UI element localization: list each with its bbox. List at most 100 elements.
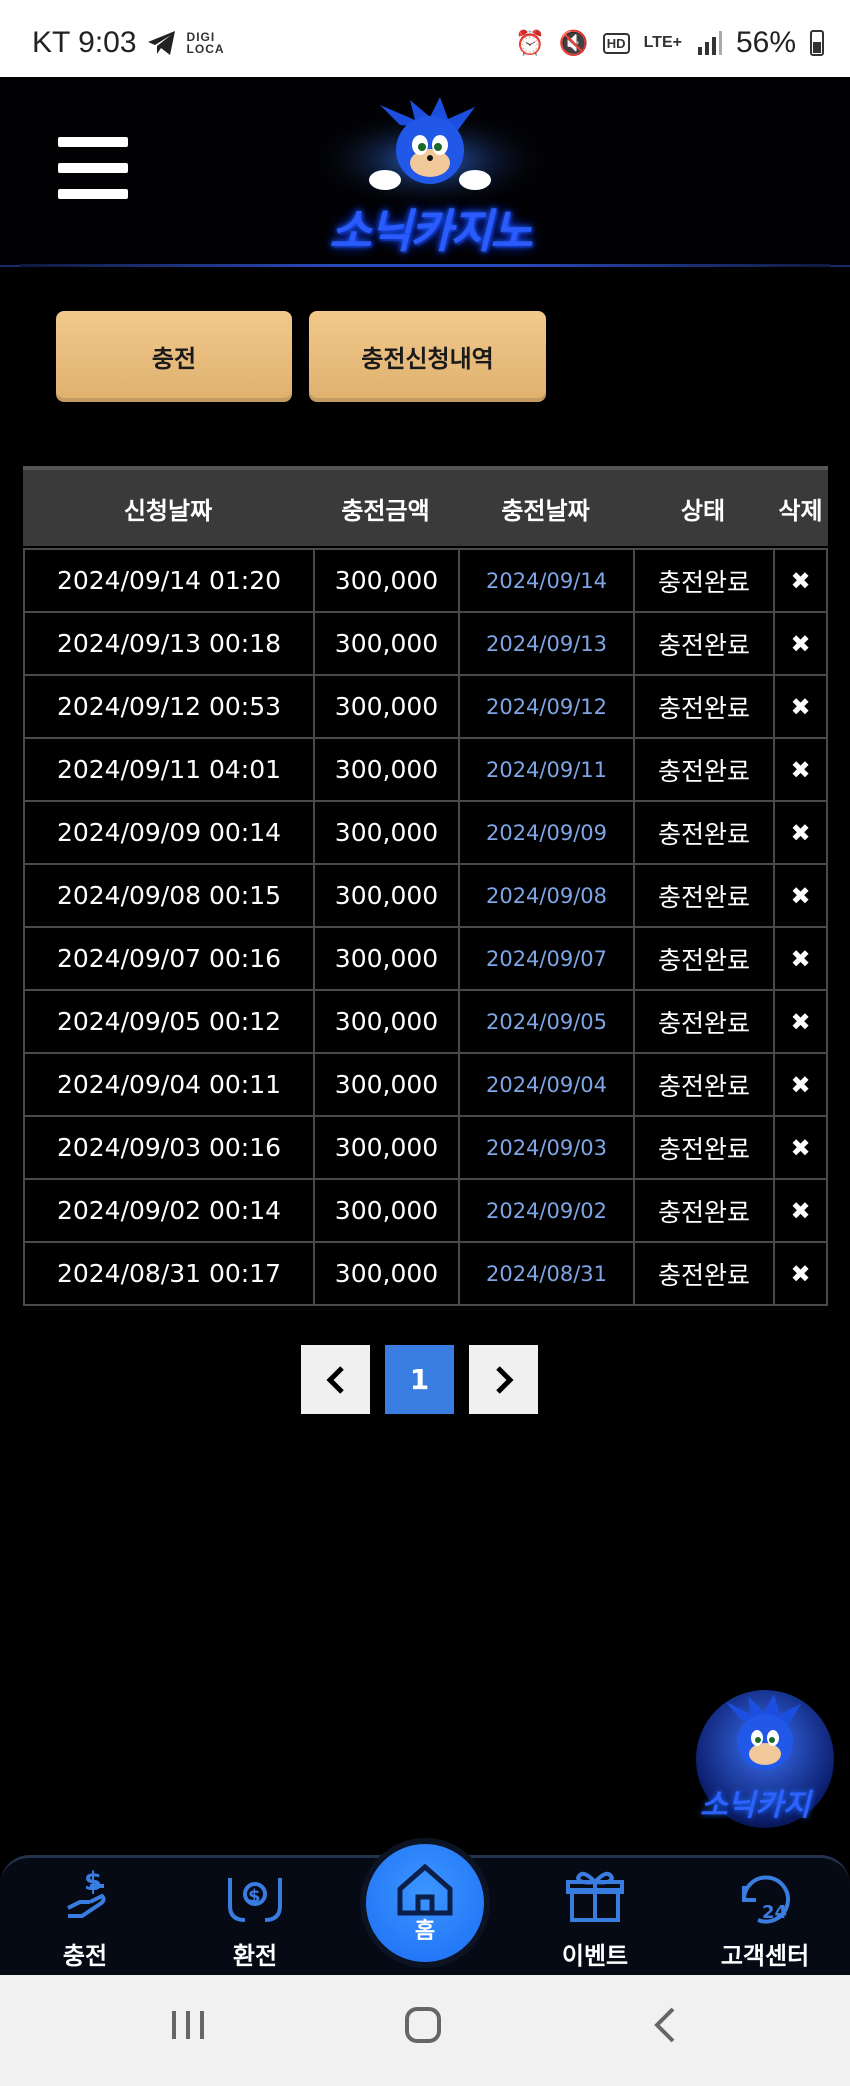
requested-date-cell: 2024/09/11 04:01 (23, 739, 313, 800)
table-row: 2024/09/03 00:16 300,000 2024/09/03 충전완료 ✖ (23, 1117, 828, 1180)
delete-button[interactable]: ✖ (773, 676, 828, 737)
requested-date-cell: 2024/09/08 00:15 (23, 865, 313, 926)
table-row: 2024/09/05 00:12 300,000 2024/09/05 충전완료 ✖ (23, 991, 828, 1054)
back-icon[interactable] (645, 2005, 685, 2045)
next-page-button[interactable] (469, 1345, 538, 1414)
charge-history-table: 신청날짜 충전금액 충전날짜 상태 삭제 2024/09/14 01:20 300… (23, 466, 828, 1306)
nav-charge[interactable]: $ 충전 (20, 1866, 150, 1971)
charged-date-cell: 2024/09/12 (458, 676, 633, 737)
status-cell: 충전완료 (633, 802, 773, 863)
chevron-right-icon (495, 1365, 514, 1394)
charge-icon: $ (67, 1867, 106, 1918)
table-row: 2024/09/07 00:16 300,000 2024/09/07 충전완료 ✖ (23, 928, 828, 991)
amount-cell: 300,000 (313, 1117, 458, 1178)
menu-icon-bar (58, 137, 128, 147)
svg-text:$: $ (84, 1867, 102, 1897)
delete-button[interactable]: ✖ (773, 991, 828, 1052)
menu-icon-bar (58, 163, 128, 173)
status-cell: 충전완료 (633, 928, 773, 989)
charged-date-cell: 2024/09/03 (458, 1117, 633, 1178)
charged-date-cell: 2024/08/31 (458, 1243, 633, 1304)
delete-button[interactable]: ✖ (773, 1054, 828, 1115)
charge-history-button[interactable]: 충전신청내역 (309, 311, 546, 402)
status-cell: 충전완료 (633, 1054, 773, 1115)
delete-button[interactable]: ✖ (773, 865, 828, 926)
status-cell: 충전완료 (633, 1180, 773, 1241)
logo-text: 소닉카지노 (329, 204, 533, 258)
alarm-icon: ⏰ (515, 29, 545, 57)
amount-cell: 300,000 (313, 1054, 458, 1115)
status-cell: 충전완료 (633, 991, 773, 1052)
amount-cell: 300,000 (313, 865, 458, 926)
table-row: 2024/09/13 00:18 300,000 2024/09/13 충전완료 ✖ (23, 613, 828, 676)
status-cell: 충전완료 (633, 550, 773, 611)
delete-button[interactable]: ✖ (773, 1243, 828, 1304)
nav-home[interactable]: 홈 (360, 1838, 490, 1968)
header-requested-date: 신청날짜 (123, 496, 213, 525)
delete-button[interactable]: ✖ (773, 613, 828, 674)
status-right: ⏰ 🔇 HD LTE+ 56% (515, 26, 824, 60)
status-cell: 충전완료 (633, 613, 773, 674)
site-logo[interactable]: 소닉카지노 (290, 95, 570, 258)
nav-charge-label: 충전 (62, 1942, 108, 1970)
charged-date-cell: 2024/09/05 (458, 991, 633, 1052)
requested-date-cell: 2024/09/12 00:53 (23, 676, 313, 737)
delete-button[interactable]: ✖ (773, 550, 828, 611)
site-header: 소닉카지노 (0, 77, 850, 267)
charged-date-cell: 2024/09/02 (458, 1180, 633, 1241)
header-amount: 충전금액 (341, 496, 430, 525)
delete-button[interactable]: ✖ (773, 928, 828, 989)
requested-date-cell: 2024/09/02 00:14 (23, 1180, 313, 1241)
recent-apps-icon[interactable] (168, 2005, 208, 2045)
table-row: 2024/09/04 00:11 300,000 2024/09/04 충전완료 ✖ (23, 1054, 828, 1117)
table-row: 2024/09/11 04:01 300,000 2024/09/11 충전완료 ✖ (23, 739, 828, 802)
status-cell: 충전완료 (633, 865, 773, 926)
charged-date-cell: 2024/09/11 (458, 739, 633, 800)
digiloca-logo: DIGI LOCA (186, 30, 225, 56)
charged-date-cell: 2024/09/08 (458, 865, 633, 926)
nav-exchange[interactable]: $ 환전 (190, 1866, 320, 1971)
lte-icon: LTE+ (643, 34, 682, 51)
table-row: 2024/09/14 01:20 300,000 2024/09/14 충전완료 ✖ (23, 550, 828, 613)
bottom-nav: $ 충전 $ 환전 홈 이벤트 24 고객센터 (0, 1838, 850, 1975)
requested-date-cell: 2024/09/04 00:11 (23, 1054, 313, 1115)
delete-button[interactable]: ✖ (773, 802, 828, 863)
telegram-icon (147, 31, 175, 55)
requested-date-cell: 2024/09/14 01:20 (23, 550, 313, 611)
amount-cell: 300,000 (313, 550, 458, 611)
table-row: 2024/09/02 00:14 300,000 2024/09/02 충전완료 ✖ (23, 1180, 828, 1243)
status-cell: 충전완료 (633, 1243, 773, 1304)
delete-button[interactable]: ✖ (773, 739, 828, 800)
delete-button[interactable]: ✖ (773, 1180, 828, 1241)
menu-button[interactable] (58, 137, 128, 199)
requested-date-cell: 2024/09/03 00:16 (23, 1117, 313, 1178)
amount-cell: 300,000 (313, 676, 458, 737)
requested-date-cell: 2024/09/07 00:16 (23, 928, 313, 989)
table-header: 신청날짜 충전금액 충전날짜 상태 삭제 (23, 466, 828, 546)
floating-logo-button[interactable]: 소닉카지 (696, 1690, 834, 1828)
charged-date-cell: 2024/09/14 (458, 550, 633, 611)
nav-support-label: 고객센터 (720, 1942, 810, 1970)
charged-date-cell: 2024/09/04 (458, 1054, 633, 1115)
home-system-icon[interactable] (403, 2005, 443, 2045)
gift-icon (566, 1871, 624, 1922)
amount-cell: 300,000 (313, 802, 458, 863)
requested-date-cell: 2024/09/05 00:12 (23, 991, 313, 1052)
table-row: 2024/09/08 00:15 300,000 2024/09/08 충전완료 ✖ (23, 865, 828, 928)
sonic-mascot-icon (726, 1694, 801, 1770)
svg-text:24: 24 (762, 1902, 787, 1923)
nav-event[interactable]: 이벤트 (530, 1866, 660, 1971)
mute-icon: 🔇 (558, 29, 589, 57)
pagination: 1 (301, 1345, 538, 1414)
amount-cell: 300,000 (313, 613, 458, 674)
amount-cell: 300,000 (313, 739, 458, 800)
nav-support[interactable]: 24 고객센터 (700, 1866, 830, 1971)
charged-date-cell: 2024/09/13 (458, 613, 633, 674)
delete-button[interactable]: ✖ (773, 1117, 828, 1178)
signal-icon (697, 31, 722, 55)
requested-date-cell: 2024/09/13 00:18 (23, 613, 313, 674)
status-cell: 충전완료 (633, 1117, 773, 1178)
prev-page-button[interactable] (301, 1345, 370, 1414)
charge-button[interactable]: 충전 (56, 311, 292, 402)
page-1-button[interactable]: 1 (385, 1345, 454, 1414)
